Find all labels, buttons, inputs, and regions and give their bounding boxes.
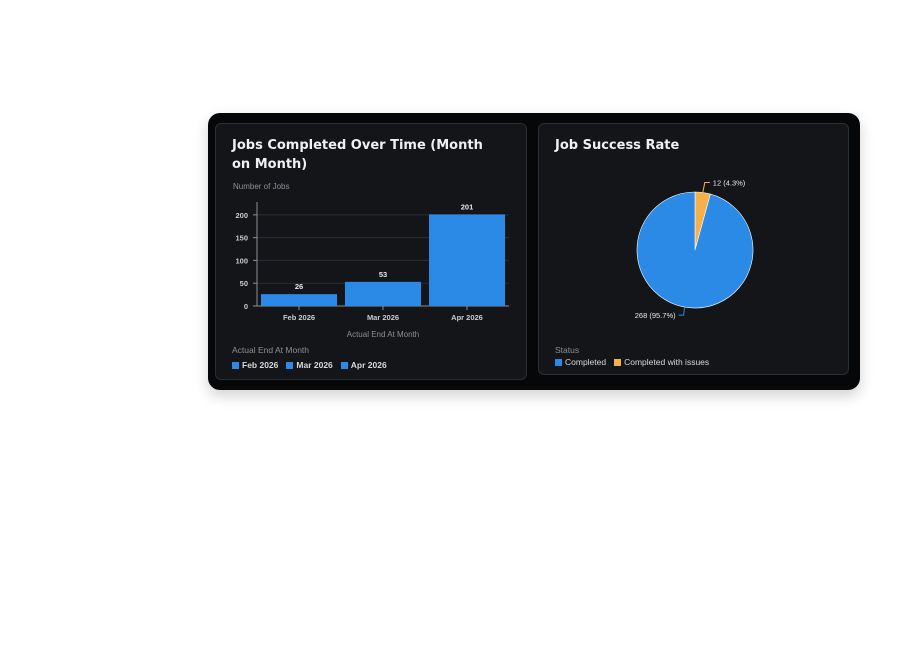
legend-item[interactable]: Feb 2026 [232,360,278,370]
bar [261,294,337,306]
legend-label: Mar 2026 [296,360,333,370]
y-tick-label: 150 [235,234,248,243]
legend-label: Apr 2026 [350,360,387,370]
y-tick-label: 100 [235,256,248,265]
bar-data-label: 26 [295,282,303,291]
job-success-rate-card: Job Success Rate 12 (4.3%) 268 (95.7%) St… [538,123,849,375]
bar [429,214,505,306]
legend-item[interactable]: Completed with issues [614,357,709,367]
legend-swatch [614,358,622,366]
legend-item[interactable]: Completed [555,357,606,367]
y-tick-label: 200 [235,211,248,220]
jobs-over-time-card: Jobs Completed Over Time (Month on Month… [215,123,527,380]
legend-swatch [555,358,562,366]
pie-leader-line [702,182,710,193]
y-axis-label: Number of Jobs [233,182,289,191]
y-tick-label: 50 [240,279,248,288]
legend-swatch [232,361,239,369]
pie-legend: Completed Completed with issues [555,357,709,367]
pie-data-label: 12 (4.3%) [713,179,746,188]
x-tick-label: Apr 2026 [451,313,483,322]
pie-leader-line [678,307,686,316]
x-tick-label: Mar 2026 [367,313,399,322]
pie-slice [636,191,754,309]
legend-label: Completed [565,357,607,367]
legend-item[interactable]: Mar 2026 [286,360,333,370]
bar-data-label: 201 [461,202,474,211]
x-axis-label: Actual End At Month [347,330,420,339]
x-tick-label: Feb 2026 [283,313,315,322]
dashboard-panel: Jobs Completed Over Time (Month on Month… [208,113,860,390]
bar-data-label: 53 [379,270,387,279]
legend-swatch [286,361,294,369]
y-tick-label: 0 [244,302,248,311]
legend-label: Feb 2026 [242,360,279,370]
pie-data-label: 268 (95.7%) [635,311,676,320]
legend-item[interactable]: Apr 2026 [340,360,387,370]
pie-chart: 12 (4.3%) 268 (95.7%) [635,179,754,320]
bar-chart: Number of Jobs 0 50 100 150 200 26 Feb 2026 53 Ma… [233,182,509,339]
bar [345,281,421,306]
bar-legend: Feb 2026 Mar 2026 Apr 2026 [232,360,387,370]
legend-label: Completed with issues [624,357,710,367]
bar-legend-title: Actual End At Month [232,345,310,355]
pie-legend-title: Status [555,345,580,355]
legend-swatch [340,361,348,369]
